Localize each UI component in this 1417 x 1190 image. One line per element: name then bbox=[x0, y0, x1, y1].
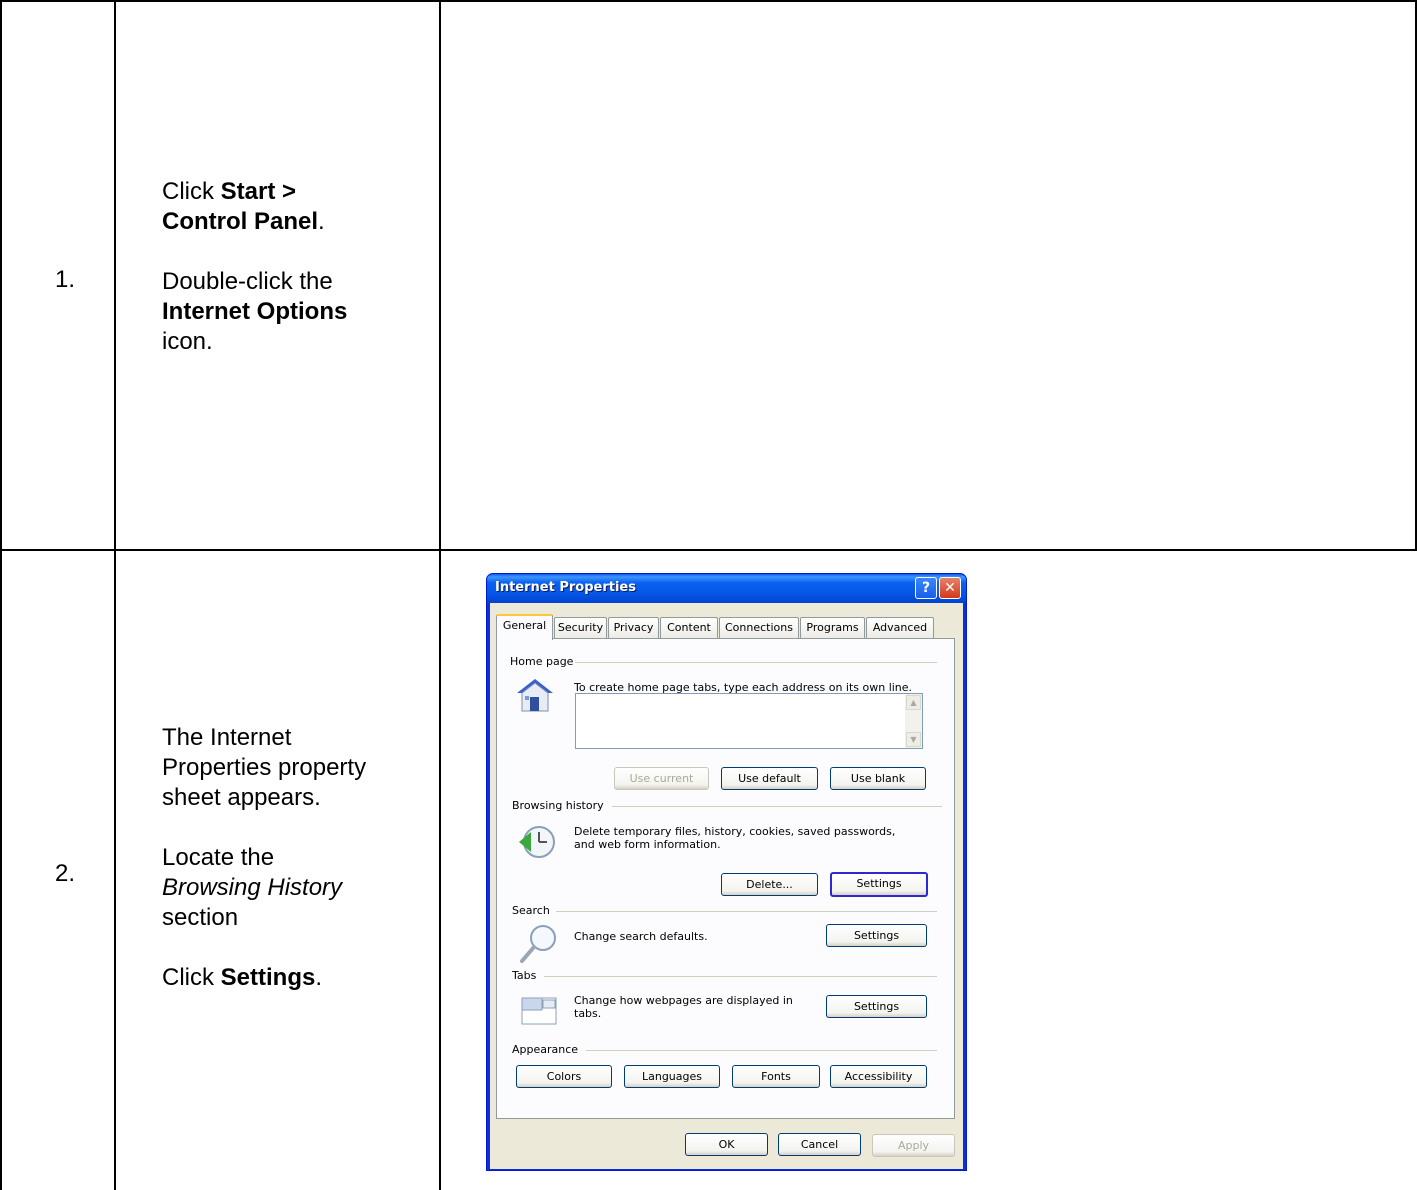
group-separator bbox=[575, 662, 937, 663]
description-line: and web form information. bbox=[574, 838, 721, 851]
group-separator bbox=[544, 976, 937, 977]
step-text: Properties property bbox=[162, 754, 367, 781]
step-bold-text: Internet Options bbox=[162, 298, 348, 325]
step-description: Click Start > Control Panel. Double-clic… bbox=[162, 177, 422, 357]
tab-security[interactable]: Security bbox=[554, 617, 607, 639]
instruction-table: 1. Click Start > Control Panel. Double-c… bbox=[0, 0, 1417, 1190]
step-text: . bbox=[318, 208, 325, 235]
tab-content[interactable]: Content bbox=[660, 617, 718, 639]
search-settings-button[interactable]: Settings bbox=[826, 924, 927, 947]
use-blank-button[interactable]: Use blank bbox=[830, 767, 926, 790]
browsing-history-group-label: Browsing history bbox=[512, 799, 604, 812]
scroll-up-icon[interactable]: ▲ bbox=[906, 695, 921, 710]
column-divider-1 bbox=[114, 0, 116, 1190]
dialog-client-area: General Security Privacy Content Connect… bbox=[490, 603, 963, 1169]
colors-button[interactable]: Colors bbox=[516, 1065, 612, 1088]
cancel-button[interactable]: Cancel bbox=[778, 1133, 861, 1156]
step-text: icon. bbox=[162, 328, 213, 355]
row-divider bbox=[0, 549, 1417, 551]
house-icon bbox=[517, 679, 553, 712]
step-bold-text: Control Panel bbox=[162, 208, 319, 235]
magnifier-icon bbox=[520, 925, 556, 963]
use-current-button[interactable]: Use current bbox=[614, 767, 709, 790]
step-text: . bbox=[315, 964, 323, 991]
description-line: tabs. bbox=[574, 1007, 602, 1020]
tab-connections[interactable]: Connections bbox=[719, 617, 799, 639]
tab-advanced[interactable]: Advanced bbox=[866, 617, 934, 639]
step-description: The Internet Properties property sheet a… bbox=[162, 723, 422, 993]
languages-button[interactable]: Languages bbox=[624, 1065, 720, 1088]
browsing-history-description: Delete temporary files, history, cookies… bbox=[574, 825, 895, 851]
tabs-icon bbox=[521, 997, 557, 1025]
step-text: section bbox=[162, 904, 239, 931]
step-bold-text: Settings bbox=[220, 964, 316, 991]
tab-general[interactable]: General bbox=[496, 614, 553, 640]
description-line: Change how webpages are displayed in bbox=[574, 994, 793, 1007]
description-line: Delete temporary files, history, cookies… bbox=[574, 825, 896, 838]
home-page-address-value bbox=[576, 697, 580, 714]
delete-history-button[interactable]: Delete... bbox=[721, 873, 818, 896]
step-text: Double-click the bbox=[162, 268, 333, 295]
group-separator bbox=[612, 806, 942, 807]
column-divider-2 bbox=[439, 0, 441, 1190]
table-top-border bbox=[0, 0, 1417, 2]
tabs-settings-button[interactable]: Settings bbox=[826, 995, 927, 1018]
dialog-title: Internet Properties bbox=[495, 580, 636, 595]
tab-programs[interactable]: Programs bbox=[800, 617, 865, 639]
home-page-scrollbar[interactable]: ▲ ▼ bbox=[905, 694, 922, 748]
fonts-button[interactable]: Fonts bbox=[732, 1065, 820, 1088]
help-button[interactable]: ? bbox=[915, 577, 937, 599]
step-italic-text: Browsing History bbox=[162, 874, 343, 901]
appearance-group-label: Appearance bbox=[512, 1043, 579, 1056]
scroll-down-icon[interactable]: ▼ bbox=[906, 732, 921, 747]
browsing-history-settings-button[interactable]: Settings bbox=[830, 872, 928, 897]
group-separator bbox=[586, 1050, 937, 1051]
search-group-label: Search bbox=[512, 904, 550, 917]
step-number: 2. bbox=[55, 860, 76, 887]
step-text: Locate the bbox=[162, 844, 275, 871]
tabs-description: Change how webpages are displayed in tab… bbox=[574, 994, 793, 1020]
internet-properties-dialog: Internet Properties ? ✕ General Security… bbox=[486, 573, 967, 1171]
tab-privacy[interactable]: Privacy bbox=[608, 617, 659, 639]
history-clock-icon bbox=[519, 826, 555, 858]
ok-button[interactable]: OK bbox=[685, 1133, 768, 1156]
use-default-button[interactable]: Use default bbox=[721, 767, 818, 790]
accessibility-button[interactable]: Accessibility bbox=[830, 1065, 927, 1088]
step-text: Click bbox=[162, 178, 221, 205]
apply-button[interactable]: Apply bbox=[872, 1134, 955, 1157]
home-page-group-label: Home page bbox=[510, 655, 574, 668]
close-button[interactable]: ✕ bbox=[939, 577, 961, 599]
group-separator bbox=[556, 911, 937, 912]
search-description: Change search defaults. bbox=[574, 930, 708, 943]
table-left-border bbox=[0, 0, 2, 1190]
step-text: The Internet bbox=[162, 724, 292, 751]
step-bold-text: Start > bbox=[220, 178, 297, 205]
step-text: sheet appears. bbox=[162, 784, 321, 811]
home-page-address-input[interactable]: ▲ ▼ bbox=[575, 693, 923, 749]
tabs-group-label: Tabs bbox=[512, 969, 537, 982]
step-text: Click bbox=[162, 964, 221, 991]
general-tab-panel: Home page To create home page tabs, type… bbox=[496, 638, 955, 1119]
dialog-title-bar[interactable]: Internet Properties ? ✕ bbox=[487, 574, 966, 603]
step-number: 1. bbox=[55, 266, 76, 293]
